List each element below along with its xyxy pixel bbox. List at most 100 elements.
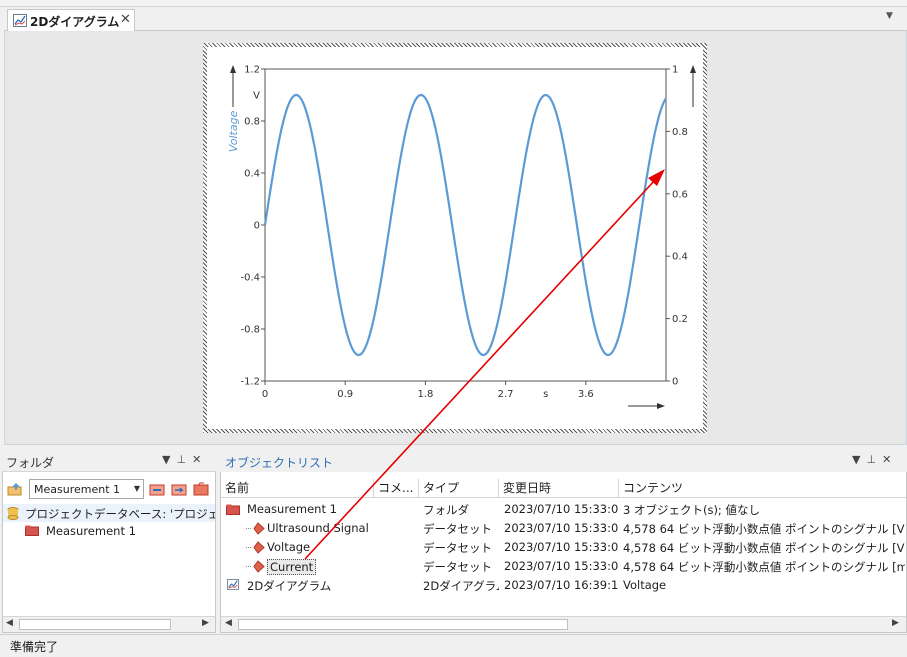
cell-type: データセット	[423, 541, 492, 555]
folder-icon	[226, 504, 240, 515]
dataset-icon	[246, 560, 265, 573]
tab-2d-diagram[interactable]: 2Dダイアグラム ✕	[7, 9, 135, 31]
dataset-icon	[246, 522, 265, 535]
scroll-right-icon[interactable]: ▶	[202, 618, 209, 628]
object-list-title: オブジェクトリスト	[225, 456, 334, 470]
folder-up-icon[interactable]	[7, 482, 24, 496]
cell-type: データセット	[423, 560, 492, 574]
y2-tick-label: 0	[672, 377, 678, 388]
scroll-right-icon[interactable]: ▶	[892, 618, 899, 628]
cell-name: Measurement 1	[247, 502, 337, 516]
y-tick-label: 1.2	[244, 65, 260, 76]
y-tick-label: V	[253, 91, 260, 102]
cell-name: 2Dダイアグラム	[247, 579, 332, 593]
diagram-icon	[13, 14, 27, 27]
y-tick-label: 0.4	[244, 169, 260, 180]
table-row[interactable]: 2Dダイアグラム 2Dダイアグラム 2023/07/10 16:39:11 Volta…	[221, 576, 906, 595]
top-strip	[0, 0, 907, 7]
tree-item-label: プロジェクトデータベース: 'プロジェクトデータ	[25, 507, 215, 521]
scrollbar-thumb[interactable]	[19, 619, 171, 630]
cell-date: 2023/07/10 15:33:05	[504, 559, 619, 573]
pin-icon[interactable]: ⊥	[176, 453, 192, 466]
scroll-left-icon[interactable]: ◀	[225, 618, 232, 628]
scroll-left-icon[interactable]: ◀	[6, 618, 13, 628]
y-axis-arrow-head	[230, 65, 236, 73]
y2-tick-label: 0.6	[672, 189, 688, 200]
tree-item-measurement-1[interactable]: Measurement 1	[3, 522, 215, 540]
table-row[interactable]: Ultrasound Signal データセット 2023/07/10 15:33:…	[221, 519, 906, 538]
status-text: 準備完了	[10, 640, 59, 654]
chevron-down-icon: ▼	[133, 484, 140, 493]
column-header-type[interactable]: タイプ	[419, 479, 499, 497]
y-tick-label: -0.8	[240, 325, 260, 336]
object-list-horizontal-scrollbar[interactable]: ◀ ▶	[221, 616, 906, 632]
cell-name: Current	[267, 559, 317, 575]
folder-panel-title: フォルダ	[6, 456, 55, 470]
folder-horizontal-scrollbar[interactable]: ◀ ▶	[3, 616, 215, 632]
y-tick-label: -0.4	[240, 273, 260, 284]
status-bar: 準備完了	[0, 634, 907, 657]
object-list-column-header: 名前 コメ... タイプ 変更日時 コンテンツ	[221, 477, 906, 498]
pin-icon[interactable]: ⊥	[866, 453, 882, 466]
cell-content: 4,578 64 ビット浮動小数点値 ポイントのシグナル [mA, s]	[623, 560, 905, 574]
y-tick-label: -1.2	[240, 377, 260, 388]
x-tick-label: 2.7	[498, 389, 514, 400]
cell-date: 2023/07/10 15:33:05	[504, 502, 619, 516]
y-tick-label: 0	[254, 221, 260, 232]
y2-axis-arrow-head	[690, 65, 696, 73]
cell-type: データセット	[423, 522, 492, 536]
y2-tick-label: 0.8	[672, 127, 688, 138]
series-line-voltage	[263, 93, 667, 357]
folder-panel-header: フォルダ ▼⊥✕	[2, 450, 216, 472]
cell-date: 2023/07/10 16:39:11	[504, 578, 619, 592]
x-tick-label: s	[543, 389, 548, 400]
folder-move-icon[interactable]	[171, 482, 188, 496]
y2-tick-label: 0.2	[672, 314, 688, 325]
folder-select[interactable]: Measurement 1 ▼	[29, 479, 144, 499]
cell-name: Ultrasound Signal	[267, 521, 369, 535]
document-tab-bar	[4, 7, 907, 31]
panel-menu-icon[interactable]: ▼	[852, 453, 866, 466]
table-row[interactable]: Current データセット 2023/07/10 15:33:05 4,578 64…	[221, 557, 906, 576]
dataset-icon	[246, 541, 265, 554]
object-list-header: オブジェクトリスト ▼⊥✕	[220, 450, 907, 472]
line-chart[interactable]: 1.2 V 0.8 0.4 0 -0.4 -0.8 -1.2 1 0.8 0.6 0.4 0.2 0 0 0.…	[203, 43, 707, 433]
folder-panel	[2, 450, 216, 633]
close-panel-icon[interactable]: ✕	[192, 453, 207, 466]
tree-item-project-db[interactable]: プロジェクトデータベース: 'プロジェクトデータ	[3, 504, 215, 522]
tab-title: 2Dダイアグラム	[30, 15, 120, 29]
cell-date: 2023/07/10 15:33:05	[504, 521, 619, 535]
column-header-content[interactable]: コンテンツ	[619, 479, 906, 497]
x-tick-label: 3.6	[578, 389, 594, 400]
cell-content: 3 オブジェクト(s); 値なし	[623, 503, 760, 517]
new-folder-icon[interactable]	[193, 482, 210, 496]
diagram-icon	[227, 579, 239, 590]
cell-content: 4,578 64 ビット浮動小数点値 ポイントのシグナル [V, s]	[623, 541, 905, 555]
table-row[interactable]: Voltage データセット 2023/07/10 15:33:05 4,578 64…	[221, 538, 906, 557]
tree-item-label: Measurement 1	[46, 524, 136, 538]
chart-marks	[263, 93, 667, 357]
y2-tick-label: 0.4	[672, 252, 688, 263]
column-header-name[interactable]: 名前	[221, 479, 374, 497]
panel-menu-icon[interactable]: ▼	[162, 453, 176, 466]
x-tick-label: 0.9	[337, 389, 353, 400]
column-header-date[interactable]: 変更日時	[499, 479, 619, 497]
plot-area-border	[264, 68, 667, 382]
chart-axes: 1.2 V 0.8 0.4 0 -0.4 -0.8 -1.2 1 0.8 0.6 0.4 0.2 0 0 0.…	[227, 65, 696, 409]
y2-tick-label: 1	[672, 65, 678, 76]
cell-content: Voltage	[623, 578, 667, 592]
cell-type: フォルダ	[423, 503, 469, 517]
x-axis-arrow-head	[657, 403, 665, 409]
tab-list-dropdown-icon[interactable]: ▼	[886, 11, 893, 21]
scrollbar-thumb[interactable]	[238, 619, 568, 630]
folder-copy-icon[interactable]	[149, 482, 166, 496]
cell-date: 2023/07/10 15:33:05	[504, 540, 619, 554]
y-tick-label: 0.8	[244, 117, 260, 128]
folder-icon	[25, 525, 39, 536]
close-panel-icon[interactable]: ✕	[882, 453, 897, 466]
cell-content: 4,578 64 ビット浮動小数点値 ポイントのシグナル [V, s]	[623, 522, 905, 536]
column-header-comment[interactable]: コメ...	[374, 479, 419, 497]
close-tab-icon[interactable]: ✕	[120, 12, 131, 27]
table-row[interactable]: Measurement 1 フォルダ 2023/07/10 15:33:05 3 オブ…	[221, 500, 906, 519]
y-axis-label: Voltage	[227, 110, 240, 152]
